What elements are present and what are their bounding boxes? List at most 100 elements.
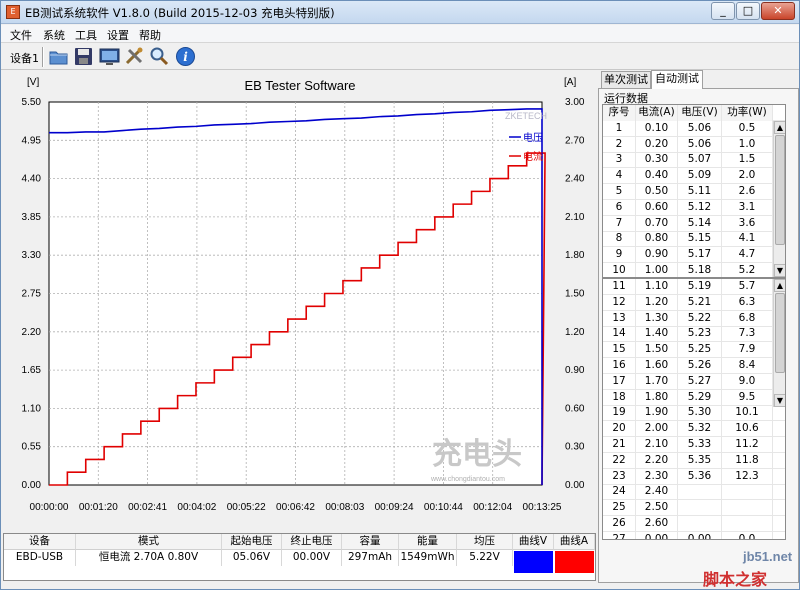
status-header: 起始电压: [222, 534, 282, 550]
table-row[interactable]: 27 0.00 0.00 0.0: [603, 531, 785, 539]
table-row[interactable]: 18 1.80 5.29 9.5: [603, 389, 785, 406]
zoom-icon[interactable]: [149, 46, 170, 67]
vertical-scrollbar[interactable]: ▲ ▼: [773, 121, 785, 277]
close-button[interactable]: ✕: [761, 2, 795, 20]
table-row[interactable]: 7 0.70 5.14 3.6: [603, 215, 785, 232]
table-cell: 5.09: [678, 168, 722, 185]
scroll-up-icon[interactable]: ▲: [774, 121, 785, 134]
table-row[interactable]: 16 1.60 5.26 8.4: [603, 358, 785, 374]
x-tick-label: 00:04:02: [177, 502, 216, 513]
curve-a-color-swatch[interactable]: [555, 551, 594, 573]
table-cell: 2.60: [636, 516, 678, 532]
table-cell: 8.4: [722, 358, 773, 374]
table-row[interactable]: 24 2.40: [603, 484, 785, 501]
status-value: 297mAh: [342, 550, 399, 566]
table-row[interactable]: 23 2.30 5.36 12.3: [603, 468, 785, 485]
status-value: 05.06V: [222, 550, 282, 566]
table-cell: 9.0: [722, 373, 773, 390]
table-row[interactable]: 14 1.40 5.23 7.3: [603, 326, 785, 343]
table-cell: 1.80: [636, 389, 678, 406]
column-header: 功率(W): [722, 105, 773, 121]
status-table: 设备 模式 起始电压 终止电压 容量 能量 均压 曲线V 曲线A EBD-USB 恒电流 2.70A…: [3, 533, 596, 581]
menu-tools[interactable]: 工具: [75, 27, 97, 43]
table-cell: 11.8: [722, 452, 773, 469]
table-row[interactable]: 22 2.20 5.35 11.8: [603, 452, 785, 469]
table-row[interactable]: 15 1.50 5.25 7.9: [603, 342, 785, 359]
table-cell: 5.15: [678, 231, 722, 248]
table-cell: 0.30: [636, 152, 678, 169]
table-cell: 10.6: [722, 421, 773, 438]
table-row[interactable]: 9 0.90 5.17 4.7: [603, 247, 785, 264]
table-row[interactable]: 1 0.10 5.06 0.5: [603, 120, 785, 137]
tools-icon[interactable]: [124, 46, 145, 67]
table-cell: 5.26: [678, 358, 722, 374]
table-cell: 13: [603, 310, 636, 327]
table-cell: 5.12: [678, 199, 722, 216]
scroll-down-icon[interactable]: ▼: [774, 264, 785, 277]
tab-single-test[interactable]: 单次测试: [601, 71, 651, 88]
table-cell: 5.25: [678, 342, 722, 359]
table-cell: 3.6: [722, 215, 773, 232]
minimize-button[interactable]: _: [711, 2, 735, 20]
tab-auto-test[interactable]: 自动测试: [651, 70, 703, 89]
table-cell: 1.40: [636, 326, 678, 343]
monitor-icon[interactable]: [99, 46, 120, 67]
table-row[interactable]: 3 0.30 5.07 1.5: [603, 152, 785, 169]
toolbar-separator: [42, 47, 44, 67]
table-row[interactable]: 19 1.90 5.30 10.1: [603, 405, 785, 422]
folder-icon[interactable]: [48, 46, 69, 67]
table-cell: 12: [603, 294, 636, 311]
table-row[interactable]: 2 0.20 5.06 1.0: [603, 136, 785, 153]
menu-system[interactable]: 系统: [43, 27, 65, 43]
scroll-down-icon[interactable]: ▼: [774, 394, 785, 407]
table-row[interactable]: 12 1.20 5.21 6.3: [603, 294, 785, 311]
menu-file[interactable]: 文件: [10, 27, 32, 43]
table-row[interactable]: 11 1.10 5.19 5.7: [603, 279, 785, 295]
table-row[interactable]: 26 2.60: [603, 516, 785, 532]
table-cell: 26: [603, 516, 636, 532]
run-data-table-top[interactable]: 序号 电流(A) 电压(V) 功率(W) 1 0.10 5.06 0.5 2 0.20 5.06 1.…: [602, 104, 786, 278]
info-icon[interactable]: i: [175, 46, 196, 67]
table-cell: 1.00: [636, 263, 678, 277]
right-tick-label: 1.50: [565, 289, 585, 300]
curve-v-color-swatch[interactable]: [514, 551, 553, 573]
right-tick-label: 0.30: [565, 442, 585, 453]
table-header: 序号 电流(A) 电压(V) 功率(W): [603, 105, 785, 121]
table-cell: 5.14: [678, 215, 722, 232]
table-cell: 2.00: [636, 421, 678, 438]
table-cell: 5.2: [722, 263, 773, 277]
table-cell: 4.7: [722, 247, 773, 264]
device-selector[interactable]: 设备1: [10, 50, 39, 66]
table-row[interactable]: 17 1.70 5.27 9.0: [603, 373, 785, 390]
table-row[interactable]: 5 0.50 5.11 2.6: [603, 184, 785, 200]
table-row[interactable]: 20 2.00 5.32 10.6: [603, 421, 785, 438]
table-cell: 5.17: [678, 247, 722, 264]
table-row[interactable]: 21 2.10 5.33 11.2: [603, 437, 785, 453]
vertical-scrollbar[interactable]: ▲ ▼: [773, 279, 785, 407]
scroll-thumb[interactable]: [775, 293, 785, 373]
save-icon[interactable]: [73, 46, 94, 67]
maximize-button[interactable]: □: [736, 2, 760, 20]
legend-brand: ZKETECH: [505, 111, 547, 121]
table-cell: 0.70: [636, 215, 678, 232]
scroll-up-icon[interactable]: ▲: [774, 279, 785, 292]
menu-help[interactable]: 帮助: [139, 27, 161, 43]
table-row[interactable]: 8 0.80 5.15 4.1: [603, 231, 785, 248]
table-cell: 5.07: [678, 152, 722, 169]
table-row[interactable]: 6 0.60 5.12 3.1: [603, 199, 785, 216]
table-row[interactable]: 13 1.30 5.22 6.8: [603, 310, 785, 327]
table-row[interactable]: 10 1.00 5.18 5.2: [603, 263, 785, 277]
table-cell: 11: [603, 279, 636, 295]
right-tick-label: 0.00: [565, 480, 585, 491]
scroll-thumb[interactable]: [775, 135, 785, 245]
table-cell: 25: [603, 500, 636, 517]
left-tick-label: 0.00: [22, 480, 42, 491]
menu-settings[interactable]: 设置: [107, 27, 129, 43]
run-data-table-bottom[interactable]: 11 1.10 5.19 5.7 12 1.20 5.21 6.3 13 1.30 5.22 6.8 1…: [602, 278, 786, 540]
table-cell: 5.06: [678, 120, 722, 137]
right-tick-label: 0.90: [565, 365, 585, 376]
table-row[interactable]: 4 0.40 5.09 2.0: [603, 168, 785, 185]
table-row[interactable]: 25 2.50: [603, 500, 785, 517]
title-bar[interactable]: E EB测试系统软件 V1.8.0 (Build 2015-12-03 充电头特…: [1, 1, 799, 24]
legend-voltage-label: 电压: [523, 131, 543, 144]
